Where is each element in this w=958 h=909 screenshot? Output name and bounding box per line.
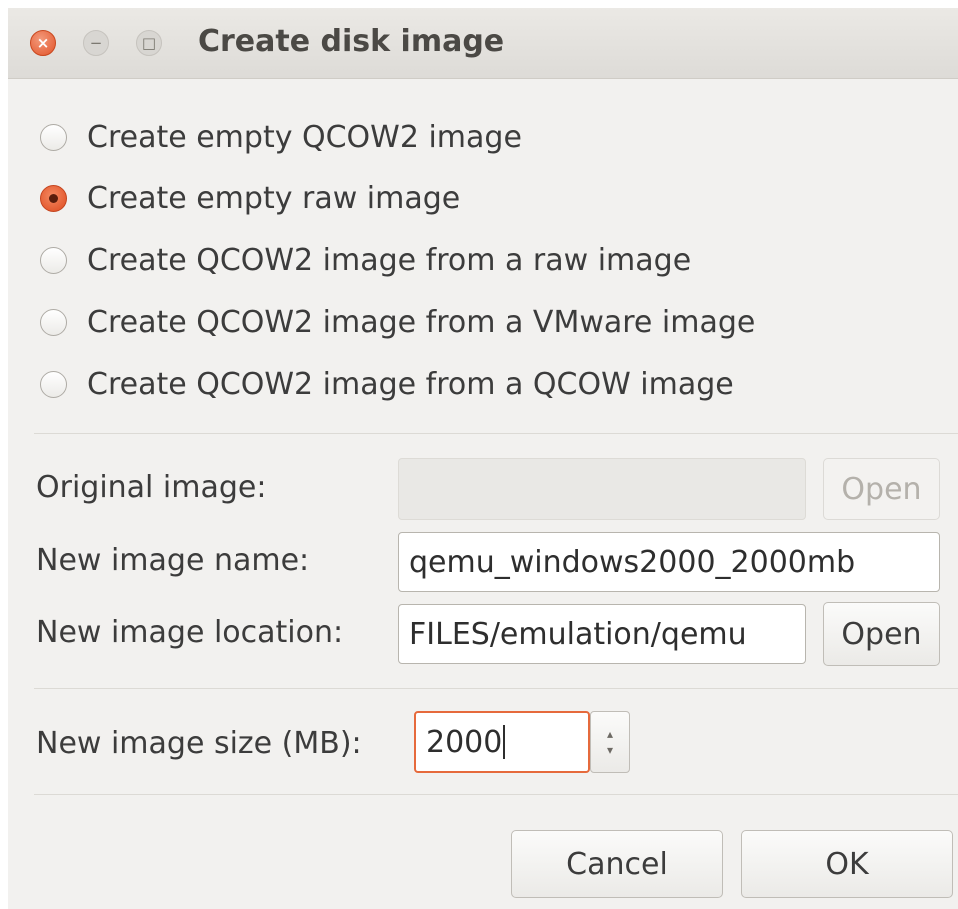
maximize-icon[interactable]: □ xyxy=(136,30,162,56)
radio-option-qcow2-from-qcow[interactable]: Create QCOW2 image from a QCOW image xyxy=(40,362,734,406)
radio-button[interactable] xyxy=(40,123,67,151)
radio-button[interactable] xyxy=(40,246,67,274)
radio-label: Create empty raw image xyxy=(87,180,461,216)
original-image-input[interactable] xyxy=(398,458,806,520)
new-image-name-input[interactable]: qemu_windows2000_2000mb xyxy=(398,532,940,592)
create-disk-image-dialog: × − □ Create disk image Create empty QCO… xyxy=(8,8,958,909)
minimize-icon[interactable]: − xyxy=(83,30,109,56)
radio-label: Create QCOW2 image from a raw image xyxy=(87,242,692,278)
cancel-button[interactable]: Cancel xyxy=(511,830,723,898)
new-image-size-label: New image size (MB): xyxy=(36,726,362,761)
text-caret xyxy=(503,725,506,759)
separator xyxy=(34,433,958,434)
ok-button[interactable]: OK xyxy=(741,830,953,898)
separator xyxy=(34,688,958,689)
new-image-location-open-button[interactable]: Open xyxy=(823,602,940,666)
radio-button[interactable] xyxy=(40,370,67,398)
original-image-open-button[interactable]: Open xyxy=(823,458,940,520)
radio-label: Create QCOW2 image from a QCOW image xyxy=(87,366,734,402)
new-image-location-label: New image location: xyxy=(36,615,344,650)
dialog-title: Create disk image xyxy=(198,24,505,59)
radio-button[interactable] xyxy=(40,308,67,336)
new-image-size-input[interactable]: 2000 xyxy=(414,711,590,773)
chevron-up-icon[interactable]: ▴ xyxy=(607,726,613,742)
chevron-down-icon[interactable]: ▾ xyxy=(607,742,613,758)
radio-label: Create QCOW2 image from a VMware image xyxy=(87,304,756,340)
radio-option-qcow2-from-vmware[interactable]: Create QCOW2 image from a VMware image xyxy=(40,300,755,344)
radio-option-empty-raw[interactable]: Create empty raw image xyxy=(40,176,460,220)
radio-option-qcow2-from-raw[interactable]: Create QCOW2 image from a raw image xyxy=(40,238,691,282)
radio-option-empty-qcow2[interactable]: Create empty QCOW2 image xyxy=(40,115,522,159)
title-bar: × − □ Create disk image xyxy=(8,8,958,79)
new-image-location-input[interactable]: FILES/emulation/qemu xyxy=(398,604,806,664)
new-image-size-value: 2000 xyxy=(426,724,503,760)
radio-button-selected[interactable] xyxy=(40,184,67,212)
size-spin-button[interactable]: ▴ ▾ xyxy=(590,711,630,773)
new-image-name-label: New image name: xyxy=(36,543,310,578)
close-icon[interactable]: × xyxy=(30,30,56,56)
radio-label: Create empty QCOW2 image xyxy=(87,119,522,155)
original-image-label: Original image: xyxy=(36,470,267,505)
separator xyxy=(34,794,958,795)
